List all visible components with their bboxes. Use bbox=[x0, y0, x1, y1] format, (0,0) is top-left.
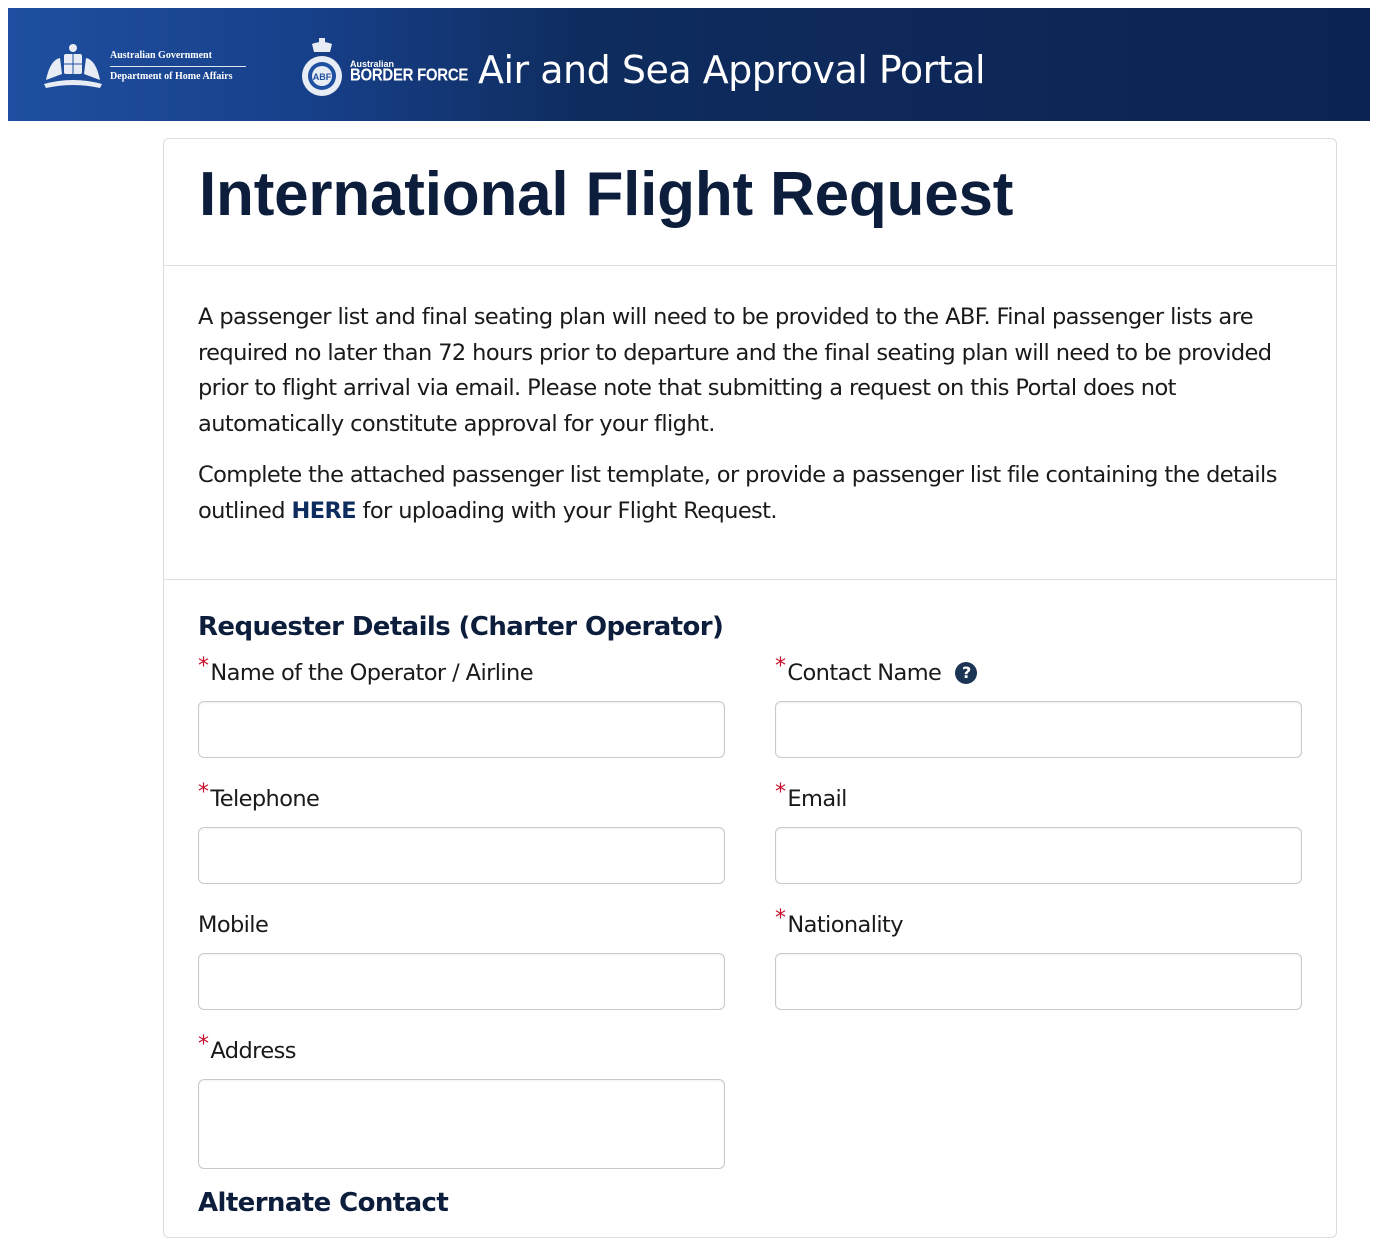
required-marker: * bbox=[775, 653, 786, 679]
gov-line-1: Australian Government bbox=[110, 49, 212, 61]
alternate-contact-section-title: Alternate Contact bbox=[198, 1188, 449, 1218]
operator-input[interactable] bbox=[198, 701, 725, 758]
intro-paragraph-1: A passenger list and final seating plan … bbox=[198, 304, 1272, 437]
address-input[interactable] bbox=[198, 1079, 725, 1169]
australian-government-logo[interactable]: Australian Government Department of Home… bbox=[40, 38, 260, 94]
required-marker: * bbox=[198, 1031, 209, 1057]
gov-line-2: Department of Home Affairs bbox=[110, 70, 233, 82]
operator-label: * Name of the Operator / Airline bbox=[198, 654, 534, 687]
border-force-wordmark: Australian BORDER FORCE bbox=[350, 58, 469, 86]
nationality-label: * Nationality bbox=[775, 906, 904, 939]
border-force-badge-icon: ABF bbox=[302, 38, 342, 96]
requester-section-title: Requester Details (Charter Operator) bbox=[198, 612, 724, 642]
required-marker: * bbox=[775, 779, 786, 805]
help-icon[interactable]: ? bbox=[955, 662, 978, 684]
portal-title[interactable]: Air and Sea Approval Portal bbox=[478, 46, 986, 94]
government-wordmark: Australian Government Department of Home… bbox=[110, 49, 246, 84]
mobile-input[interactable] bbox=[198, 953, 725, 1010]
email-label-text: Email bbox=[787, 786, 847, 812]
required-marker: * bbox=[198, 653, 209, 679]
email-input[interactable] bbox=[775, 827, 1302, 884]
contact-name-label-text: Contact Name bbox=[787, 660, 942, 686]
nationality-label-text: Nationality bbox=[787, 912, 903, 938]
mobile-label: Mobile bbox=[198, 912, 269, 938]
intro-2-after: for uploading with your Flight Request. bbox=[356, 497, 778, 524]
border-force-logo[interactable]: ABF Australian BORDER FORCE bbox=[300, 38, 468, 102]
passenger-details-link[interactable]: HERE bbox=[292, 498, 357, 524]
mobile-label-text: Mobile bbox=[198, 912, 269, 938]
svg-text:ABF: ABF bbox=[313, 72, 332, 82]
required-marker: * bbox=[775, 905, 786, 931]
address-label: * Address bbox=[198, 1032, 296, 1065]
abf-line-big: BORDER FORCE bbox=[350, 65, 469, 86]
portal-header: Australian Government Department of Home… bbox=[8, 8, 1370, 121]
gov-divider bbox=[110, 65, 246, 67]
operator-label-text: Name of the Operator / Airline bbox=[210, 660, 533, 686]
telephone-label: * Telephone bbox=[198, 780, 320, 813]
contact-name-label: * Contact Name ? bbox=[775, 654, 978, 686]
page-title: International Flight Request bbox=[199, 160, 1014, 229]
required-marker: * bbox=[198, 779, 209, 805]
coat-of-arms-icon bbox=[44, 44, 102, 88]
address-label-text: Address bbox=[210, 1038, 296, 1064]
telephone-label-text: Telephone bbox=[210, 786, 320, 812]
nationality-input[interactable] bbox=[775, 953, 1302, 1010]
card-header: International Flight Request bbox=[164, 139, 1336, 266]
intro-paragraph-2: Complete the attached passenger list tem… bbox=[198, 458, 1278, 529]
email-label: * Email bbox=[775, 780, 847, 813]
contact-name-input[interactable] bbox=[775, 701, 1302, 758]
telephone-input[interactable] bbox=[198, 827, 725, 884]
